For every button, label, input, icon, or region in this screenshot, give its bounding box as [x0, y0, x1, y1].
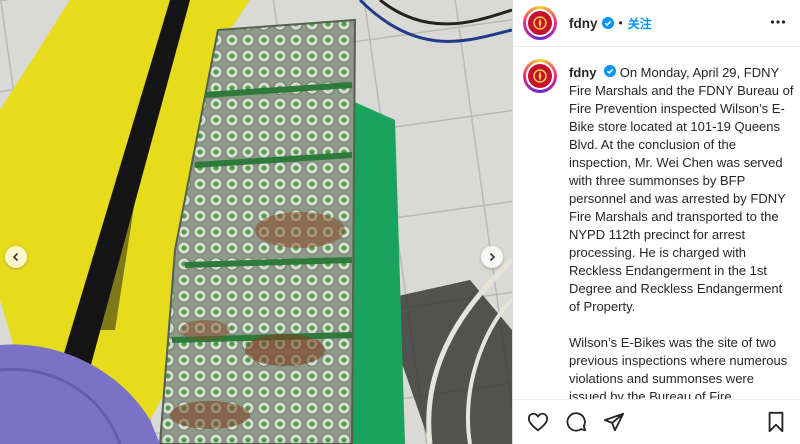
verified-badge-icon — [601, 17, 614, 29]
more-options-icon[interactable] — [770, 14, 786, 35]
bookmark-icon[interactable] — [766, 411, 786, 438]
next-image-button[interactable] — [481, 246, 503, 268]
separator-dot: • — [618, 16, 623, 30]
action-bar — [513, 399, 800, 444]
fdny-logo-icon — [528, 64, 552, 88]
post-side-panel: fdny • 关注 fdny On Monday, April 29, FDNY… — [512, 0, 800, 444]
post-header: fdny • 关注 — [513, 0, 800, 47]
send-icon[interactable] — [603, 411, 625, 433]
fdny-logo-icon — [528, 11, 552, 35]
comment-icon[interactable] — [565, 411, 587, 433]
post-caption: fdny On Monday, April 29, FDNY Fire Mars… — [569, 64, 795, 399]
verified-badge-icon — [604, 65, 617, 77]
avatar[interactable] — [523, 6, 557, 40]
caption-area: fdny On Monday, April 29, FDNY Fire Mars… — [513, 47, 800, 399]
caption-username[interactable]: fdny — [569, 65, 596, 80]
username[interactable]: fdny — [569, 16, 598, 31]
chevron-right-icon — [489, 252, 496, 262]
post-image[interactable] — [0, 0, 512, 444]
caption-avatar[interactable] — [523, 59, 557, 93]
caption-paragraph-2: Wilson’s E-Bikes was the site of two pre… — [569, 335, 788, 399]
follow-button[interactable]: 关注 — [628, 15, 652, 32]
previous-image-button[interactable] — [5, 246, 27, 268]
heart-icon[interactable] — [527, 411, 549, 433]
caption-paragraph-1: On Monday, April 29, FDNY Fire Marshals … — [569, 65, 794, 314]
chevron-left-icon — [12, 252, 19, 262]
battery-pack-photo — [0, 0, 512, 444]
